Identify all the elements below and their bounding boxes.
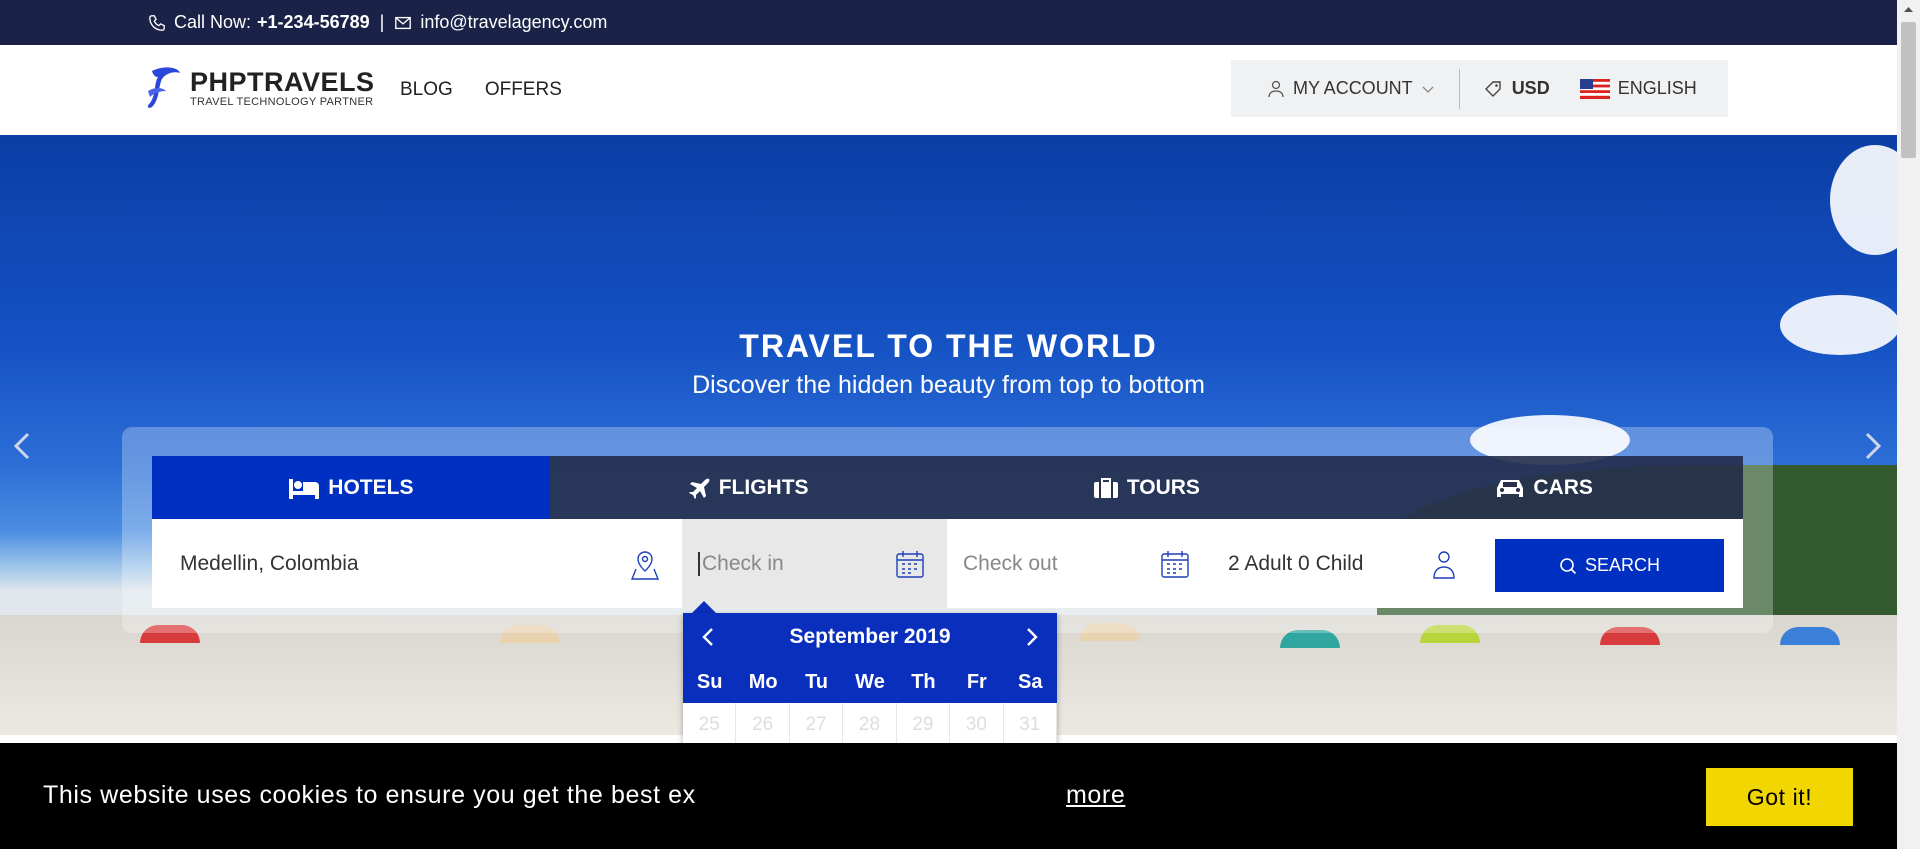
weekday-label: Mo bbox=[748, 670, 778, 693]
cloud-shape bbox=[1830, 145, 1897, 255]
weekday-label: Fr bbox=[966, 670, 987, 693]
datepicker-day: 27 bbox=[789, 703, 844, 748]
datepicker-next-icon[interactable] bbox=[1019, 625, 1043, 649]
top-bar: Call Now: +1-234-56789 | info@travelagen… bbox=[0, 0, 1897, 45]
logo-subtitle: TRAVEL TECHNOLOGY PARTNER bbox=[190, 96, 374, 108]
hero-title: TRAVEL TO THE WORLD bbox=[739, 328, 1158, 364]
scroll-up-icon[interactable] bbox=[1897, 0, 1920, 20]
guests-field[interactable]: 2 Adult 0 Child bbox=[1212, 519, 1479, 608]
user-icon bbox=[1268, 80, 1284, 97]
phone-number[interactable]: +1-234-56789 bbox=[257, 12, 370, 33]
text-cursor bbox=[698, 551, 700, 576]
nav-blog[interactable]: BLOG bbox=[400, 79, 453, 101]
suitcase-icon bbox=[1093, 477, 1118, 498]
datepicker-day: 26 bbox=[736, 703, 790, 748]
calendar-icon bbox=[1161, 551, 1189, 578]
main-nav: BLOG OFFERS bbox=[400, 79, 562, 101]
tab-flights[interactable]: FLIGHTS bbox=[550, 456, 948, 519]
phone-icon bbox=[149, 14, 165, 31]
nav-offers[interactable]: OFFERS bbox=[485, 79, 562, 101]
search-icon bbox=[1560, 557, 1577, 574]
checkout-field[interactable] bbox=[947, 519, 1212, 608]
logo-title: PHPTRAVELS bbox=[190, 67, 375, 97]
umbrella-shape bbox=[1780, 627, 1840, 645]
location-field[interactable]: Medellin, Colombia bbox=[152, 519, 682, 608]
datepicker-day: 31 bbox=[1003, 703, 1057, 748]
tab-hotels-label: HOTELS bbox=[328, 475, 414, 499]
weekday-label: Su bbox=[696, 670, 723, 693]
call-label: Call Now: bbox=[174, 12, 252, 32]
datepicker-day: 29 bbox=[896, 703, 951, 748]
datepicker-weekdays: Su Mo Tu We Th Fr Sa bbox=[683, 661, 1057, 703]
datepicker-month[interactable]: September 2019 bbox=[789, 625, 950, 649]
datepicker-day: 30 bbox=[950, 703, 1004, 748]
scroll-thumb[interactable] bbox=[1901, 22, 1916, 158]
search-button-label: SEARCH bbox=[1584, 555, 1660, 575]
person-icon bbox=[1433, 551, 1455, 579]
my-account-dropdown[interactable]: MY ACCOUNT bbox=[1267, 78, 1435, 99]
email-link[interactable]: info@travelagency.com bbox=[420, 12, 607, 33]
weekday-label: We bbox=[855, 670, 885, 693]
calendar-icon bbox=[896, 551, 924, 578]
weekday-label: Sa bbox=[1018, 670, 1043, 693]
account-bar: MY ACCOUNT USD ENGLISH bbox=[1231, 60, 1728, 117]
language-label: ENGLISH bbox=[1617, 78, 1697, 98]
my-account-label: MY ACCOUNT bbox=[1293, 78, 1413, 98]
location-value: Medellin, Colombia bbox=[180, 551, 359, 575]
cookie-message: This website uses cookies to ensure you … bbox=[43, 781, 696, 809]
datepicker-header: September 2019 bbox=[683, 613, 1057, 661]
slider-next-icon[interactable] bbox=[1857, 426, 1887, 466]
site-logo[interactable]: PHPTRAVELS TRAVEL TECHNOLOGY PARTNER bbox=[144, 65, 375, 111]
tag-icon bbox=[1484, 80, 1501, 97]
currency-selector[interactable]: USD bbox=[1484, 78, 1550, 99]
currency-label: USD bbox=[1511, 78, 1550, 98]
cookie-banner: This website uses cookies to ensure you … bbox=[0, 743, 1897, 849]
hero-subtitle: Discover the hidden beauty from top to b… bbox=[692, 371, 1205, 399]
us-flag-icon bbox=[1579, 78, 1610, 99]
topbar-separator: | bbox=[379, 12, 385, 32]
slider-prev-icon[interactable] bbox=[8, 426, 38, 466]
search-button[interactable]: SEARCH bbox=[1495, 539, 1724, 592]
logo-mark-icon bbox=[147, 67, 180, 108]
datepicker-caret bbox=[692, 601, 716, 613]
cookie-learn-more-link[interactable]: more bbox=[1066, 781, 1125, 810]
tab-cars[interactable]: CARS bbox=[1345, 456, 1743, 519]
datepicker-day: 25 bbox=[683, 703, 737, 748]
search-tabs: HOTELS FLIGHTS TOURS CARS bbox=[152, 456, 1743, 519]
datepicker-prev-icon[interactable] bbox=[697, 625, 721, 649]
bed-icon bbox=[289, 478, 320, 499]
car-icon bbox=[1497, 479, 1524, 497]
account-divider bbox=[1458, 68, 1460, 109]
guests-value: 2 Adult 0 Child bbox=[1228, 551, 1364, 575]
page-scrollbar[interactable] bbox=[1897, 0, 1920, 849]
checkin-field[interactable] bbox=[682, 519, 947, 608]
envelope-icon bbox=[395, 16, 412, 29]
map-pin-icon bbox=[630, 551, 660, 580]
plane-icon bbox=[688, 478, 710, 499]
weekday-label: Tu bbox=[805, 670, 829, 693]
tab-tours[interactable]: TOURS bbox=[948, 456, 1346, 519]
cookie-accept-button[interactable]: Got it! bbox=[1706, 768, 1853, 826]
tab-hotels[interactable]: HOTELS bbox=[152, 456, 550, 519]
tab-flights-label: FLIGHTS bbox=[718, 475, 809, 499]
chevron-down-icon bbox=[1422, 86, 1434, 93]
tab-cars-label: CARS bbox=[1533, 475, 1593, 499]
datepicker-day: 28 bbox=[843, 703, 897, 748]
tab-tours-label: TOURS bbox=[1126, 475, 1200, 499]
weekday-label: Th bbox=[911, 670, 936, 693]
language-selector[interactable]: ENGLISH bbox=[1579, 78, 1697, 99]
